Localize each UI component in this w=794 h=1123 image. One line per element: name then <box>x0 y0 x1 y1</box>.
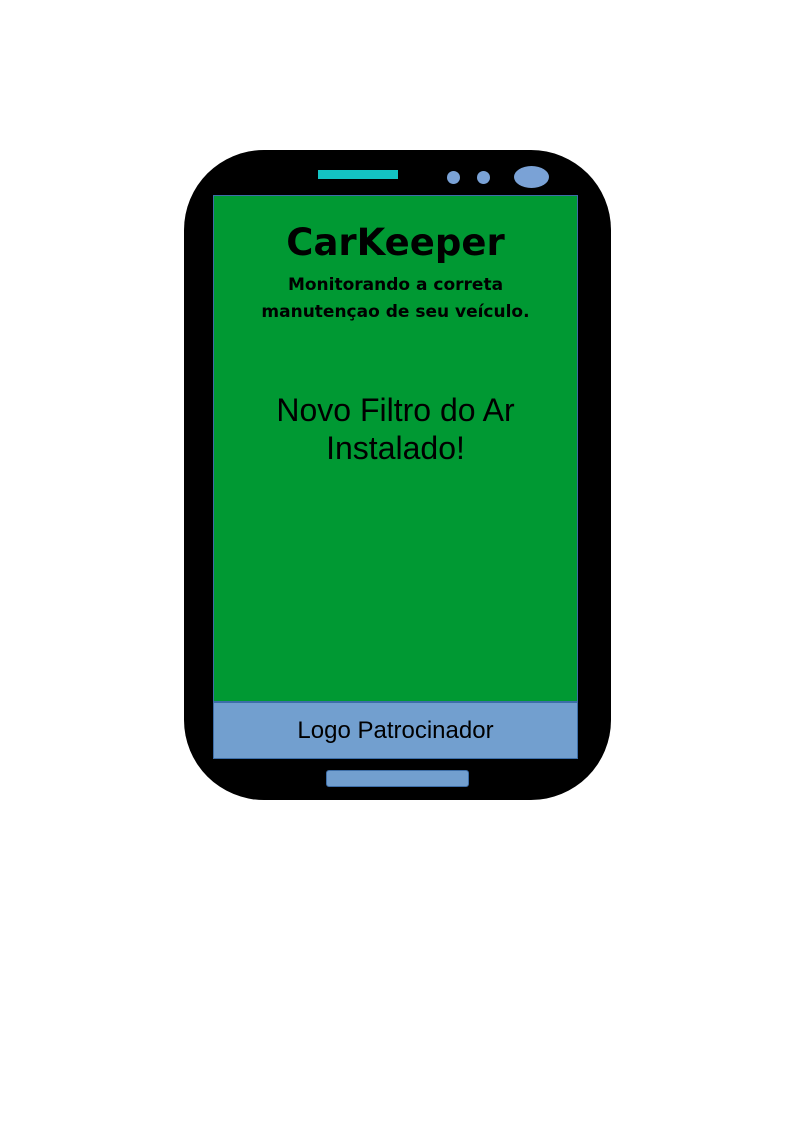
phone-mockup: CarKeeper Monitorando a correta manutenç… <box>184 150 611 800</box>
status-message-line-2: Instalado! <box>326 430 465 466</box>
app-title: CarKeeper <box>286 221 505 264</box>
sensor-dot-icon <box>477 171 490 184</box>
app-subtitle-line-1: Monitorando a correta <box>287 275 504 295</box>
status-message-line-1: Novo Filtro do Ar <box>276 392 515 428</box>
front-camera-icon <box>514 166 549 188</box>
sensor-dot-icon <box>447 171 460 184</box>
speaker-icon <box>318 170 398 179</box>
status-message: Novo Filtro do Ar Instalado! <box>254 391 537 467</box>
app-subtitle-line-2: manutençao de seu veículo. <box>261 302 530 322</box>
app-subtitle: Monitorando a correta manutençao de seu … <box>214 272 577 326</box>
phone-screen: CarKeeper Monitorando a correta manutenç… <box>213 195 578 702</box>
page: CarKeeper Monitorando a correta manutenç… <box>0 0 794 1123</box>
sponsor-logo-banner[interactable]: Logo Patrocinador <box>213 702 578 759</box>
home-button[interactable] <box>326 770 469 787</box>
